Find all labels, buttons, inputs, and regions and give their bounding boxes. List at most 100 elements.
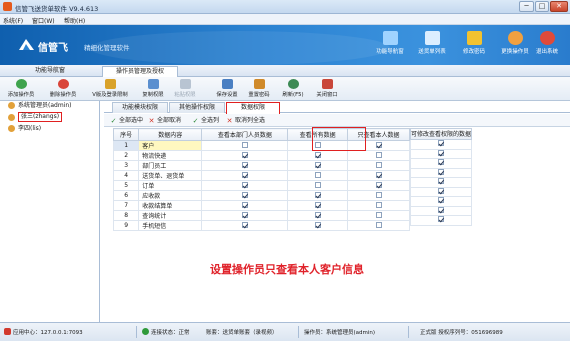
tab-other-permissions[interactable]: 其他操作权限 — [169, 102, 225, 113]
permission-cell — [347, 180, 410, 191]
status-bar: 应用中心：127.0.0.1:7093 连接状态：正常 账套：送货单账套（录视频… — [0, 322, 570, 341]
nav-exit-system[interactable]: 退出系统 — [526, 28, 568, 62]
logo-icon — [19, 39, 34, 50]
refresh-button[interactable]: 刷新(F5) — [278, 78, 308, 100]
reset-password-button[interactable]: 重置密码 — [244, 78, 274, 100]
close-window-button[interactable]: 关闭窗口 — [312, 78, 342, 100]
minimize-button[interactable]: ─ — [519, 1, 534, 12]
delete-operator-button[interactable]: 删除操作员 — [44, 78, 82, 100]
permission-checkbox-self[interactable] — [375, 212, 382, 218]
cancel-all-icon: ✕ — [148, 117, 155, 125]
table-row[interactable]: 6 应收款 — [112, 190, 410, 201]
unselect-column-button[interactable]: ✕ 取消列全选 — [226, 116, 265, 125]
data-content-cell: 手机短信 — [138, 220, 203, 231]
table-row[interactable]: 5 订单 — [112, 180, 410, 191]
tab-function-navigator[interactable]: 功能导航窗 — [0, 65, 100, 77]
permission-cell — [201, 190, 289, 201]
check-column-icon: ✓ — [192, 117, 199, 125]
permission-checkbox-self[interactable] — [375, 142, 382, 148]
table-row[interactable]: 2 物流快递 — [112, 150, 410, 161]
permission-checkbox-all[interactable] — [314, 222, 321, 228]
permission-checkbox-editable[interactable] — [438, 197, 444, 203]
permission-checkbox-dept[interactable] — [241, 162, 248, 168]
add-operator-button[interactable]: 添加操作员 — [2, 78, 40, 100]
permission-checkbox-dept[interactable] — [241, 222, 248, 228]
permission-checkbox-editable[interactable] — [438, 178, 444, 184]
permission-checkbox-editable[interactable] — [438, 159, 444, 165]
power-icon — [539, 31, 555, 45]
permission-checkbox-self[interactable] — [375, 152, 382, 158]
permission-cell — [287, 170, 349, 181]
permission-checkbox-all[interactable] — [314, 162, 321, 168]
table-row[interactable]: 8 查询统计 — [112, 210, 410, 221]
window-title: 信管飞送货单软件 V9.4.613 — [15, 5, 99, 13]
permission-checkbox-dept[interactable] — [241, 192, 248, 198]
permission-checkbox-self[interactable] — [375, 162, 382, 168]
permission-checkbox-all[interactable] — [314, 202, 321, 208]
user-switch-icon — [507, 31, 523, 45]
permission-cell — [410, 149, 472, 159]
user-icon — [8, 125, 15, 132]
permission-checkbox-dept[interactable] — [241, 152, 248, 158]
permission-checkbox-editable[interactable] — [438, 168, 444, 175]
row-number: 3 — [112, 160, 140, 171]
table-row[interactable]: 4 送货单、退货单 — [112, 170, 410, 181]
lock-icon — [466, 31, 482, 45]
permission-checkbox-editable[interactable] — [438, 149, 444, 156]
app-icon — [3, 2, 12, 11]
tree-item-lis[interactable]: 李四(lis) — [4, 124, 98, 133]
paste-permission-button[interactable]: 粘贴权限 — [170, 78, 200, 100]
table-row[interactable]: 3 部门员工 — [112, 160, 410, 171]
add-user-icon — [15, 79, 27, 89]
cancel-all-button[interactable]: ✕ 全部取消 — [148, 116, 181, 125]
annotation-text: 设置操作员只查看本人客户信息 — [210, 263, 364, 276]
permission-checkbox-dept[interactable] — [241, 172, 248, 178]
tab-module-permissions[interactable]: 功能模块权限 — [112, 102, 168, 113]
permission-checkbox-dept[interactable] — [241, 182, 248, 188]
close-button[interactable]: ✕ — [550, 1, 568, 12]
tab-data-permissions[interactable]: 数据权限 — [226, 102, 280, 114]
nav-delivery-list[interactable]: 送货单列表 — [411, 28, 453, 62]
tab-operator-management[interactable]: 操作员管理及授权 — [102, 66, 178, 77]
permission-checkbox-dept[interactable] — [241, 142, 248, 148]
nav-change-password[interactable]: 修改密码 — [453, 28, 495, 62]
permission-checkbox-all[interactable] — [314, 182, 321, 188]
table-row[interactable]: 9 手机短信 — [112, 220, 410, 231]
table-row[interactable]: 7 收款结算单 — [112, 200, 410, 211]
permission-checkbox-all[interactable] — [314, 172, 321, 178]
permission-cell — [410, 168, 472, 178]
select-all-button[interactable]: ✓ 全部选中 — [110, 116, 143, 125]
close-window-icon — [321, 79, 333, 89]
permission-checkbox-editable[interactable] — [438, 206, 444, 213]
row-number: 9 — [112, 220, 140, 231]
save-settings-button[interactable]: 保存设置 — [212, 78, 242, 100]
tree-item-zhangs[interactable]: 张三(zhangs) — [4, 112, 98, 122]
menu-system[interactable]: 系统(F) — [3, 16, 23, 25]
login-restriction-button[interactable]: V版及登录限制 — [88, 78, 132, 100]
permission-checkbox-editable[interactable] — [438, 216, 444, 222]
permission-checkbox-editable[interactable] — [438, 187, 444, 194]
uncheck-column-icon: ✕ — [226, 117, 233, 125]
permission-checkbox-editable[interactable] — [438, 140, 444, 146]
permission-checkbox-self[interactable] — [375, 182, 382, 188]
permission-checkbox-self[interactable] — [375, 222, 382, 228]
select-column-button[interactable]: ✓ 全选列 — [192, 116, 219, 125]
permission-checkbox-self[interactable] — [375, 172, 382, 178]
maximize-button[interactable]: □ — [535, 1, 549, 12]
permission-checkbox-dept[interactable] — [241, 202, 248, 208]
row-number: 8 — [112, 210, 140, 221]
permission-cell — [201, 140, 289, 151]
nav-function-navigator[interactable]: 功能导航窗 — [369, 28, 411, 62]
banner-decoration — [90, 31, 390, 65]
permission-checkbox-self[interactable] — [375, 192, 382, 198]
menu-window[interactable]: 窗口(W) — [32, 16, 55, 25]
tree-item-admin[interactable]: 系统管理员(admin) — [4, 101, 98, 110]
permission-checkbox-all[interactable] — [314, 192, 321, 198]
permission-checkbox-self[interactable] — [375, 202, 382, 208]
permission-checkbox-dept[interactable] — [241, 212, 248, 218]
permission-checkbox-all[interactable] — [314, 212, 321, 218]
copy-permission-button[interactable]: 复制权限 — [138, 78, 168, 100]
permission-checkbox-all[interactable] — [314, 152, 321, 158]
menu-help[interactable]: 帮助(H) — [64, 16, 85, 25]
permission-cell — [201, 170, 289, 181]
